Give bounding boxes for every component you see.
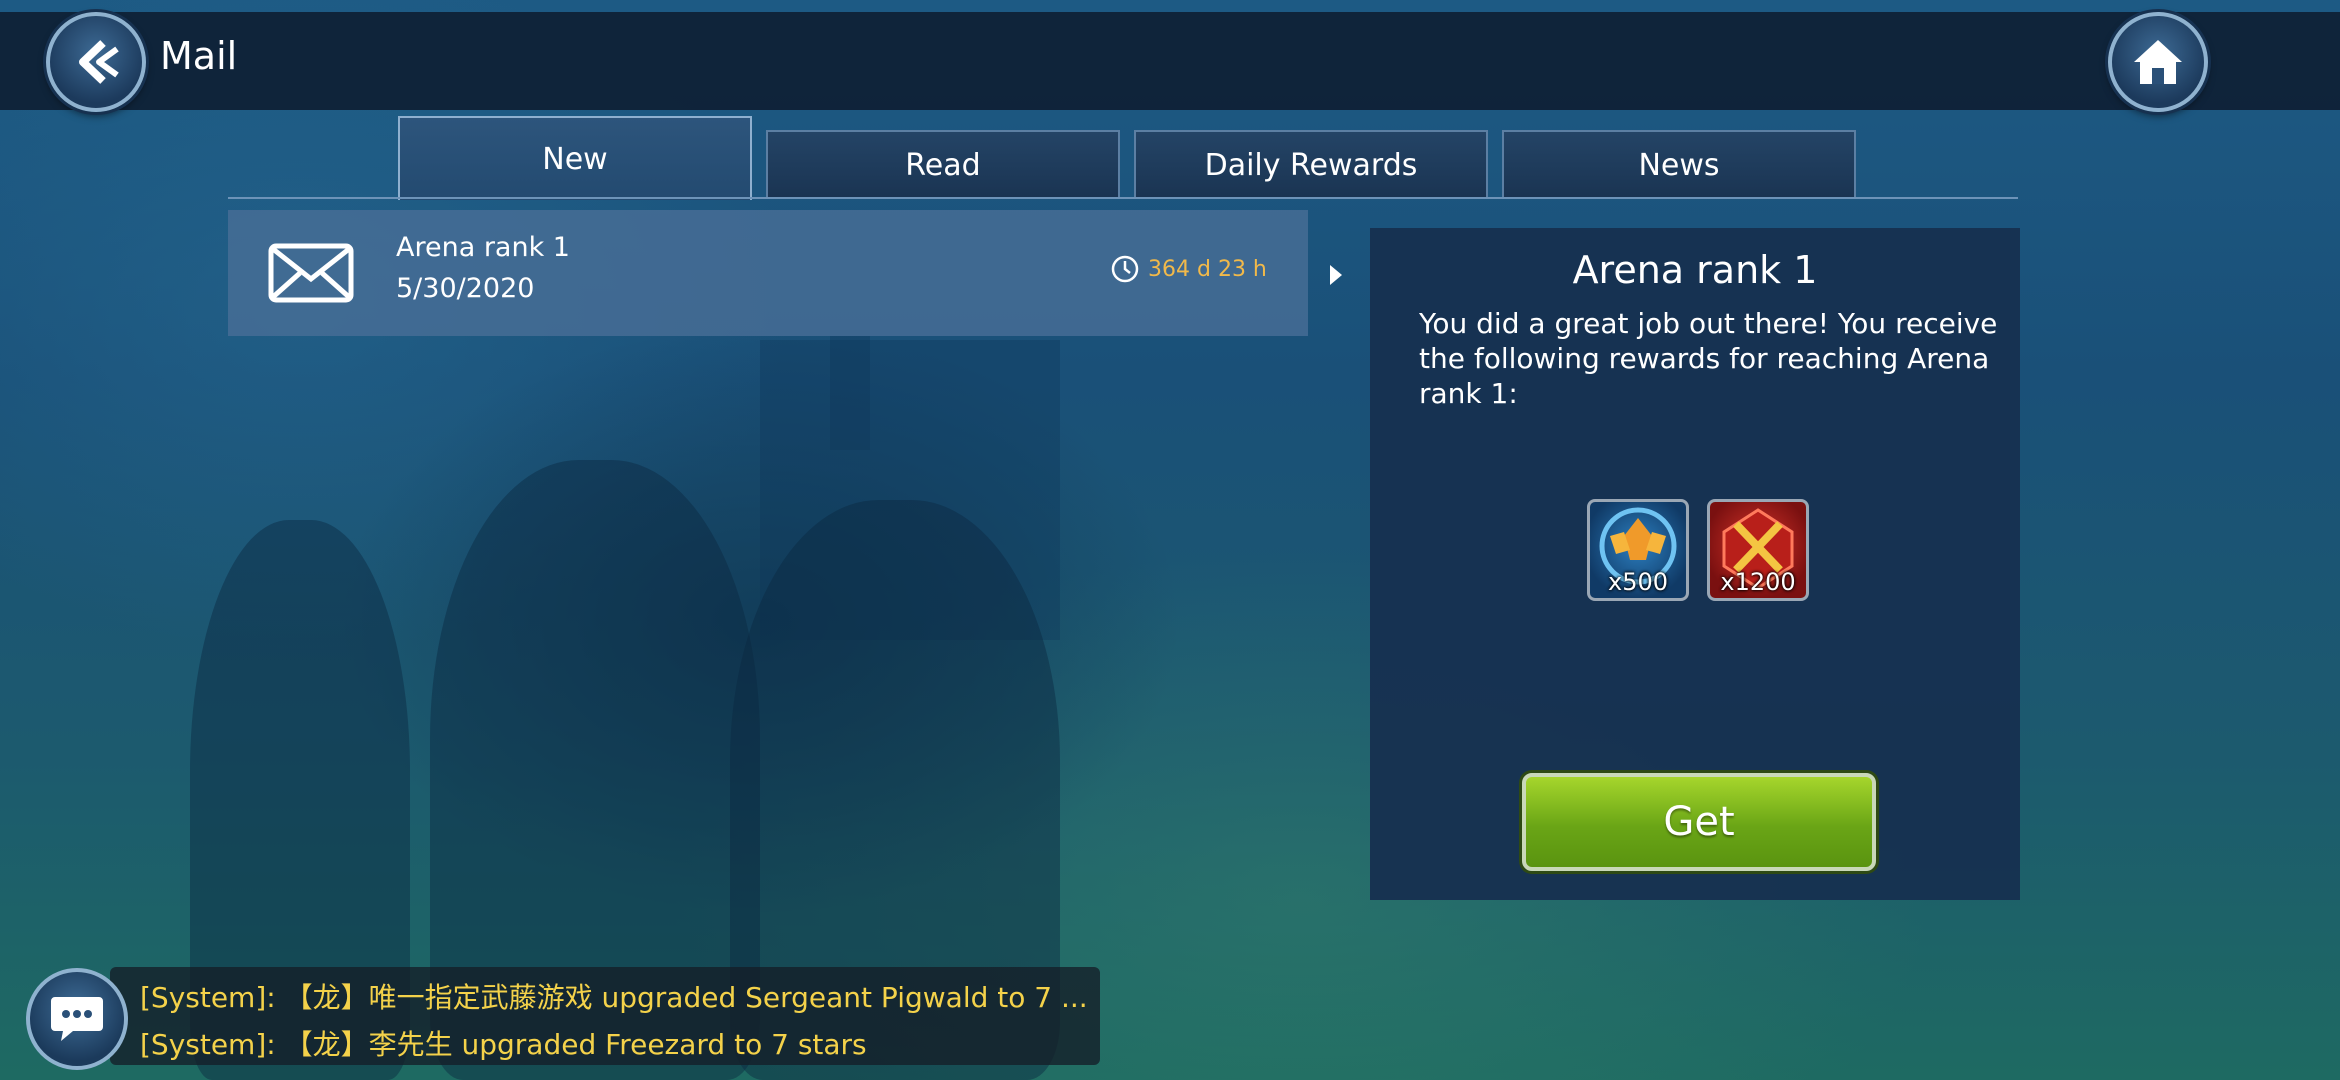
tab-read[interactable]: Read <box>766 130 1120 198</box>
tab-new[interactable]: New <box>398 116 752 200</box>
tab-divider <box>228 197 2018 199</box>
clock-icon <box>1111 255 1139 283</box>
background-castle-tower <box>830 330 870 450</box>
mail-date: 5/30/2020 <box>396 273 535 304</box>
back-button[interactable] <box>46 12 146 112</box>
chat-button[interactable] <box>26 968 128 1070</box>
chat-message: [System]: 【龙】李先生 upgraded Freezard to 7 … <box>140 1028 867 1061</box>
chat-message: [System]: 【龙】唯一指定武藤游戏 upgraded Sergeant … <box>140 981 1088 1014</box>
envelope-icon <box>268 243 354 303</box>
double-chevron-left-icon <box>79 40 119 84</box>
tab-daily-rewards[interactable]: Daily Rewards <box>1134 130 1488 198</box>
reward-count: x1200 <box>1720 568 1796 596</box>
mail-subject: Arena rank 1 <box>396 232 570 263</box>
mail-detail-body: You did a great job out there! You recei… <box>1419 307 1998 410</box>
selected-arrow-icon <box>1330 265 1342 285</box>
reward-item-arena-gem[interactable]: x1200 <box>1707 499 1809 601</box>
home-icon <box>2134 40 2182 84</box>
top-bar <box>0 12 2340 110</box>
reward-item-arena-token[interactable]: x500 <box>1587 499 1689 601</box>
mail-detail-title: Arena rank 1 <box>1572 248 1818 292</box>
tab-news[interactable]: News <box>1502 130 1856 198</box>
chat-bubble-icon <box>51 997 103 1041</box>
home-button[interactable] <box>2108 12 2208 112</box>
page-title: Mail <box>160 34 238 78</box>
reward-count: x500 <box>1607 568 1668 596</box>
expiry-text: 364 d 23 h <box>1148 256 1267 282</box>
mail-expiry: 364 d 23 h <box>1110 254 1267 284</box>
get-button[interactable]: Get <box>1522 773 1876 871</box>
